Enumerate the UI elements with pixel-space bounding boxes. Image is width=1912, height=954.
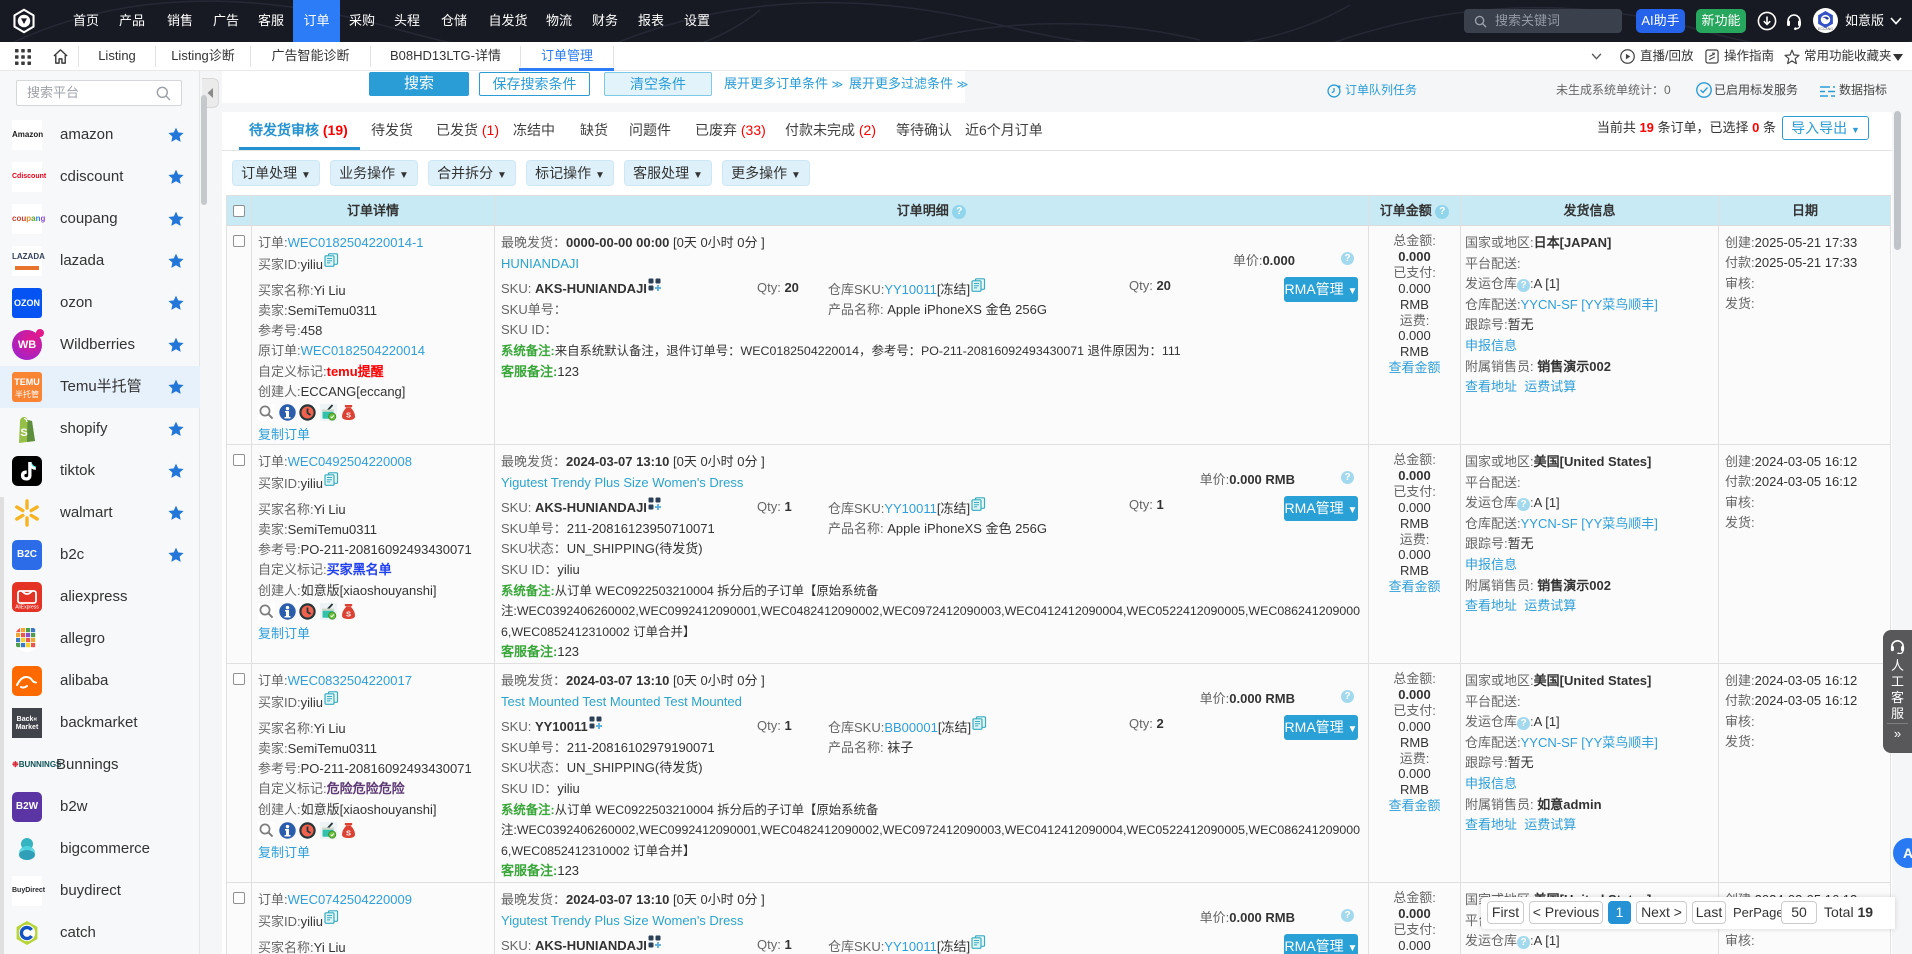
svg-text:AliExpress: AliExpress: [15, 604, 39, 610]
svg-text:S: S: [345, 610, 350, 619]
svg-text:S: S: [20, 427, 27, 439]
svg-text:S: S: [345, 829, 350, 838]
svg-text:S: S: [345, 411, 350, 420]
